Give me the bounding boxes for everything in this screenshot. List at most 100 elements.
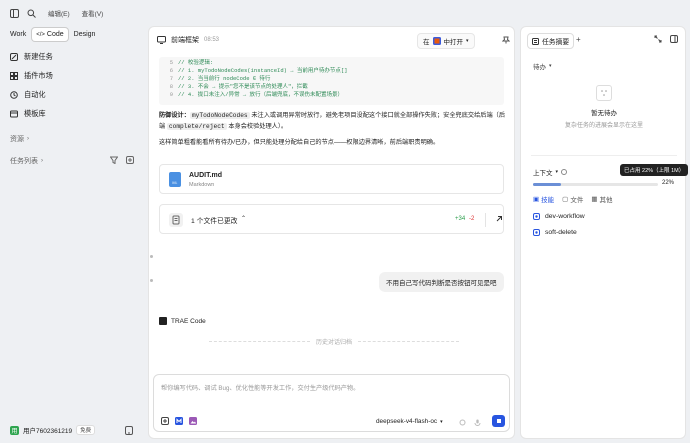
tab-other[interactable]: ▦ 其他 (591, 194, 612, 204)
settings-icon[interactable] (459, 419, 466, 426)
file-name: AUDIT.md (189, 172, 223, 179)
sidebar-toggle-icon[interactable] (10, 8, 19, 18)
changes-label: 1 个文件已更改 (191, 218, 238, 225)
filter-value: 待办 (533, 64, 546, 71)
code-text: // 4. 拢口未注入/异常 → 放行（后端兜底，不误伤未配置场景） (178, 91, 344, 98)
add-tab-icon[interactable]: + (576, 35, 581, 44)
file-icon: ▢ (562, 196, 569, 203)
line-number: 6 (169, 67, 173, 74)
open-in-button[interactable]: 在 中打开 ▾ (417, 33, 475, 49)
empty-state: 暂无待办 复杂任务的进展会显示在这里 (521, 85, 687, 129)
device-icon[interactable] (125, 426, 133, 435)
microphone-icon[interactable] (474, 419, 481, 426)
section-resources[interactable]: 资源 › (10, 134, 29, 144)
model-selector[interactable]: deepseek-v4-flash-oc ▾ (376, 418, 443, 425)
expand-icon[interactable] (654, 35, 662, 43)
scroll-marker (150, 279, 153, 282)
menu-edit[interactable]: 编辑(E) (48, 8, 70, 18)
history-divider: 历史对话归档 (209, 337, 460, 346)
send-button[interactable] (492, 415, 505, 427)
chevron-right-icon: › (41, 158, 43, 164)
sidebar-item-new-task[interactable]: 新建任务 (10, 52, 53, 62)
plan-badge: 免费 (76, 425, 96, 435)
answer-paragraph: 这样简单粗看能看所有待办/已办，但只能处理分配给自己的节点——权限边界清晰，前后… (159, 139, 440, 146)
new-task-icon (10, 53, 18, 61)
context-label-text: 上下文 (533, 170, 553, 177)
search-icon[interactable] (27, 9, 36, 18)
usage-fill (533, 183, 561, 186)
code-line: 5 // 校验逻辑: (163, 59, 500, 67)
sidebar-item-label: 模板库 (24, 109, 46, 118)
tab-label: 技能 (541, 197, 555, 204)
skill-item[interactable]: soft-delete (533, 229, 577, 236)
lines-added: +34 (455, 216, 466, 222)
status-filter[interactable]: 待办 ▾ (533, 61, 552, 71)
line-number: 7 (169, 75, 173, 82)
history-label[interactable]: 历史对话归档 (316, 337, 352, 346)
sidebar-item-plugin-market[interactable]: 插件市场 (10, 71, 53, 81)
top-toolbar: 编辑(E) 查看(V) (10, 8, 103, 18)
code-text: // 3. 不会 → 提示"您不是该节点的处理人"，拦截 (178, 83, 308, 90)
code-line: 8 // 3. 不会 → 提示"您不是该节点的处理人"，拦截 (163, 83, 500, 91)
pin-icon[interactable] (502, 36, 510, 44)
tab-task-summary[interactable]: 任务摘要 (527, 33, 575, 49)
skill-name: soft-delete (545, 229, 577, 236)
model-name: deepseek-v4-flash-oc (376, 418, 438, 425)
code-text: // 校验逻辑: (178, 59, 214, 66)
empty-box-icon (596, 85, 612, 101)
info-icon (561, 169, 568, 175)
attach-icon[interactable] (161, 417, 169, 425)
chevron-down-icon: ▾ (466, 38, 469, 44)
divider (358, 341, 460, 342)
section-tasks[interactable]: 任务列表 › (10, 156, 43, 166)
chat-input[interactable]: 帮你编写代码、调试 Bug、优化性能等开发工作，交付生产级代码产物。 deeps… (153, 374, 510, 432)
file-card[interactable]: M↓ AUDIT.md Markdown (159, 164, 504, 194)
sidebar-item-automation[interactable]: 自动化 (10, 90, 46, 100)
panel-actions (654, 35, 678, 43)
mode-code[interactable]: </> Code (32, 28, 68, 41)
code-line: 9 // 4. 拢口未注入/异常 → 放行（后端兜底，不误伤未配置场景） (163, 91, 500, 99)
automation-icon (10, 91, 18, 99)
mode-code-label: Code (46, 31, 64, 38)
user-profile[interactable]: 用 用户7602361219 免费 (10, 425, 96, 435)
task-list-actions (110, 156, 134, 164)
tab-files[interactable]: ▢ 文件 (562, 194, 583, 204)
filter-icon[interactable] (110, 156, 118, 164)
trae-logo-icon (159, 317, 167, 325)
app-logo-icon (432, 37, 441, 45)
empty-title: 暂无待办 (591, 110, 617, 117)
code-text: // 1. myTodoNodeCodes(instanceId) → 当前用户… (178, 67, 348, 74)
menu-view[interactable]: 查看(V) (82, 8, 104, 18)
tab-label: 文件 (570, 197, 584, 204)
context-usage-bar (533, 183, 658, 186)
sidebar-item-label: 插件市场 (24, 71, 53, 80)
inline-code: myTodoNodeCodes (189, 112, 250, 119)
divider (485, 213, 486, 227)
figma-icon[interactable] (175, 417, 183, 425)
expand-icon[interactable]: ⌃ (241, 215, 246, 222)
mode-design[interactable]: Design (70, 28, 100, 41)
lines-removed: -2 (469, 216, 475, 222)
panel-toggle-icon[interactable] (670, 35, 678, 43)
chevron-down-icon: ▾ (555, 169, 559, 175)
changes-card[interactable]: 1 个文件已更改 ⌃ +34 -2 (159, 204, 504, 234)
tab-label: 任务摘要 (542, 39, 570, 46)
inline-code: complete/reject (166, 123, 227, 130)
skill-item[interactable]: dev-workflow (533, 213, 585, 220)
plugin-market-icon (10, 72, 18, 80)
skill-icon (533, 213, 540, 220)
add-task-icon[interactable] (126, 156, 134, 164)
task-summary-panel: 任务摘要 + 待办 ▾ 暂无待办 复杂任务的进展会显示在这里 上下文 ▾ 已占用… (520, 26, 689, 439)
tab-skills[interactable]: ▣ 技能 (533, 194, 554, 204)
open-external-icon[interactable] (495, 215, 503, 223)
input-placeholder: 帮你编写代码、调试 Bug、优化性能等开发工作，交付生产级代码产物。 (161, 385, 360, 392)
mode-work[interactable]: Work (6, 28, 30, 41)
timestamp: 08:53 (204, 37, 220, 43)
context-tabs: ▣ 技能 ▢ 文件 ▦ 其他 (533, 194, 612, 204)
open-prefix: 在 (423, 39, 430, 46)
sidebar-item-templates[interactable]: 模板库 (10, 109, 46, 119)
context-label[interactable]: 上下文 ▾ (533, 167, 568, 177)
sidebar-item-label: 自动化 (24, 90, 46, 99)
image-icon[interactable] (189, 417, 197, 425)
skill-icon (533, 229, 540, 236)
